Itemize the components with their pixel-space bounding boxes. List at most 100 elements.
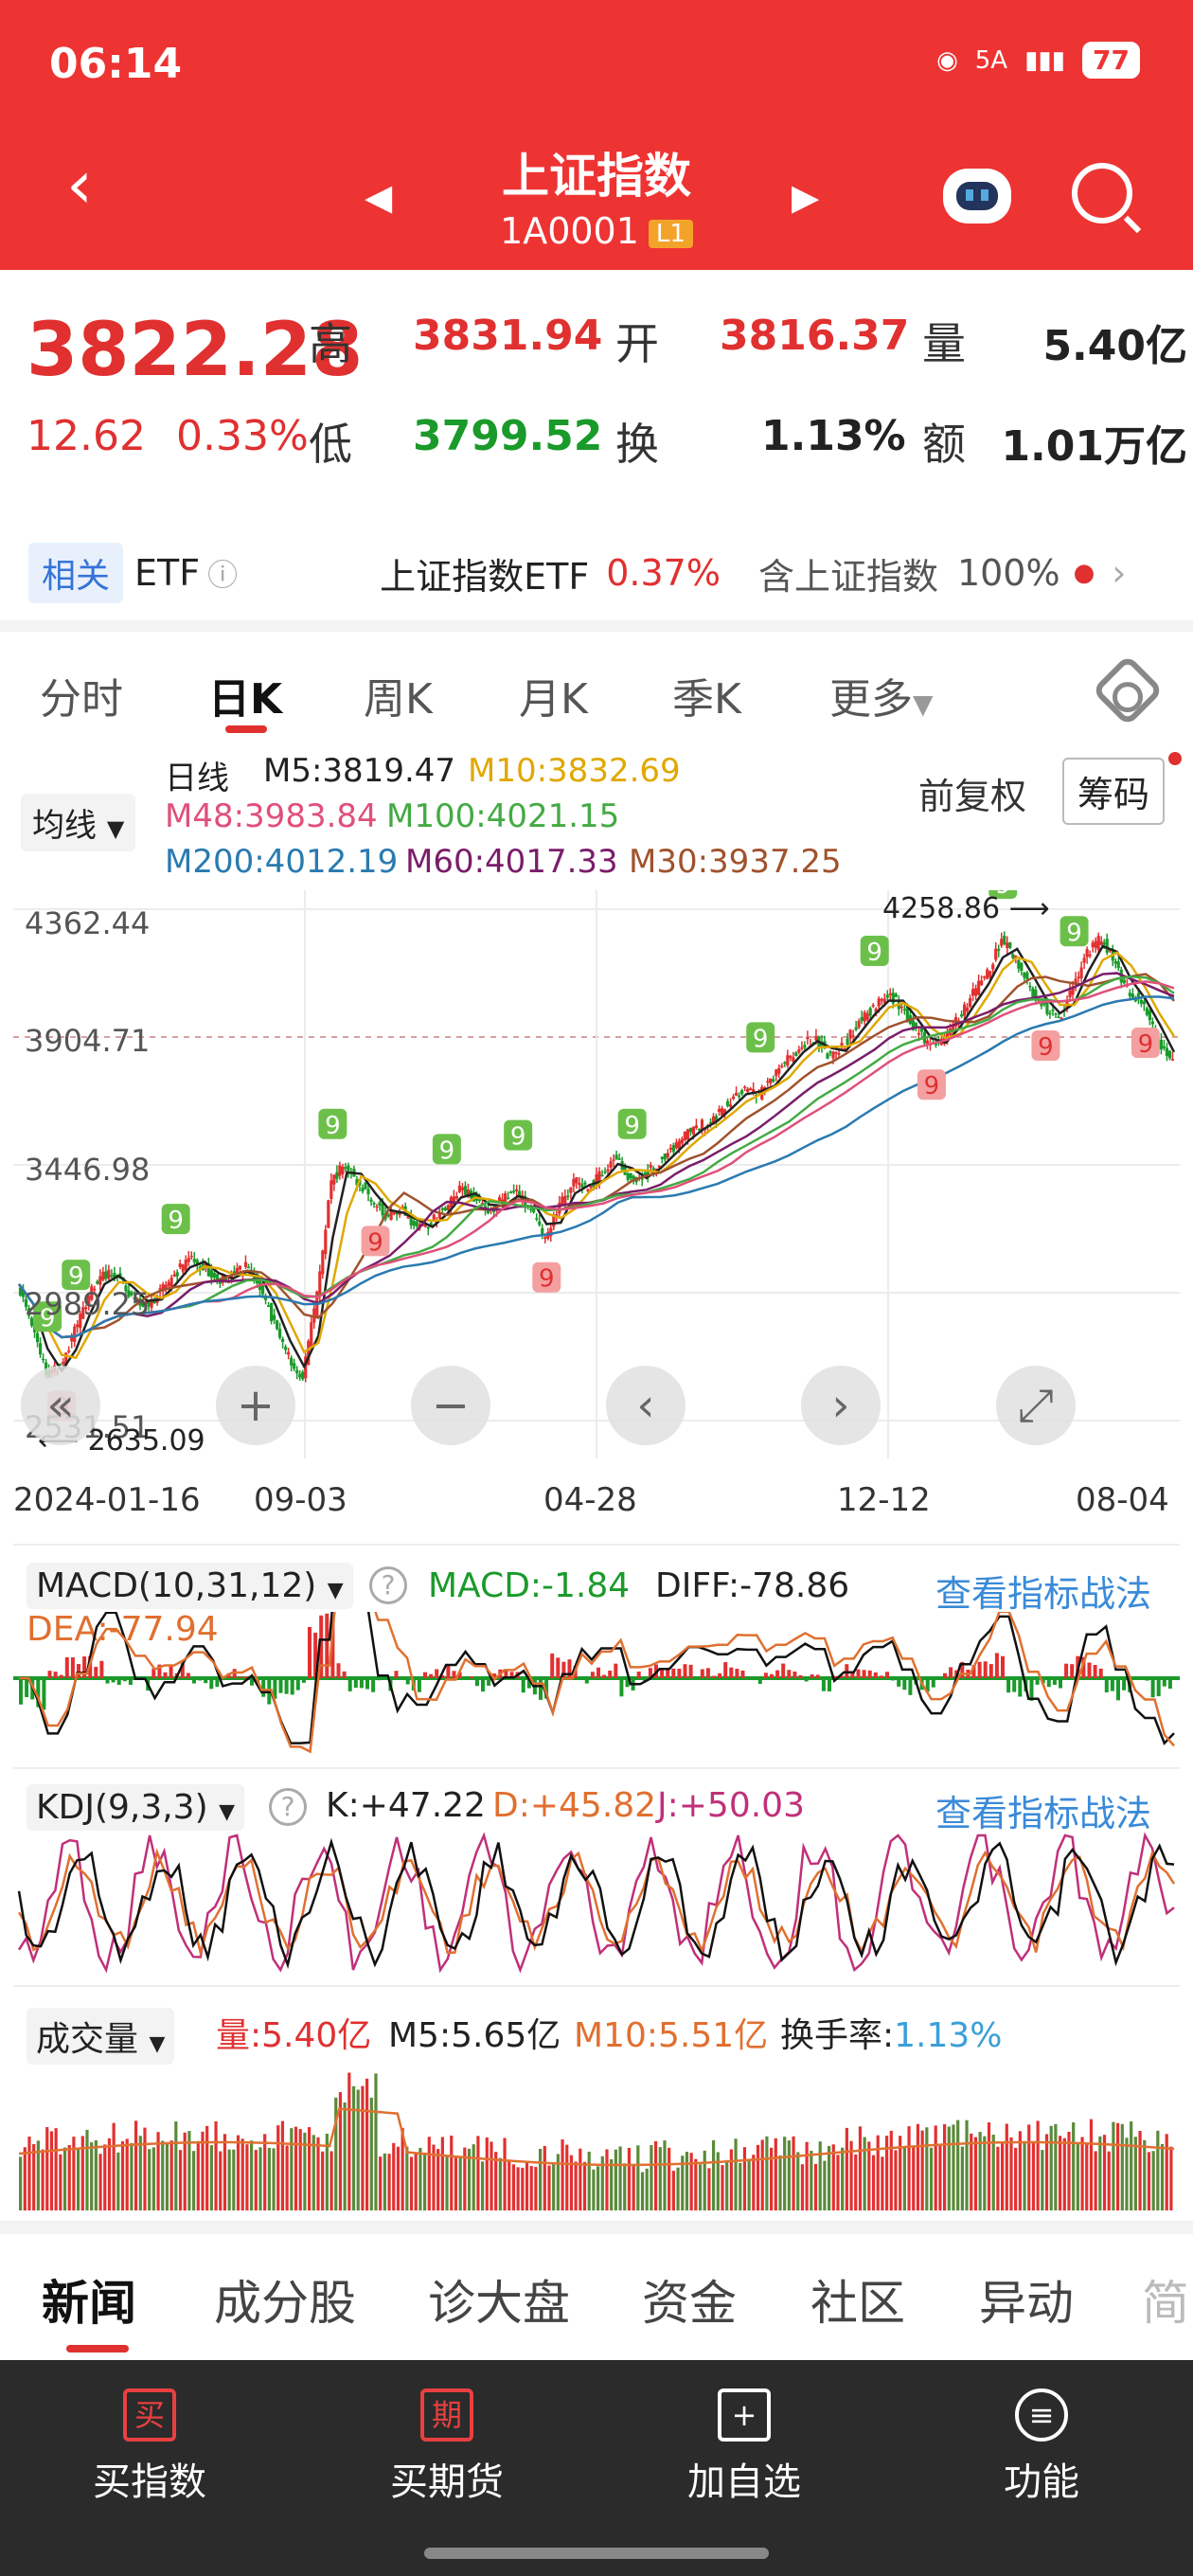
volume-bar [596,2166,600,2210]
add-watchlist-button[interactable]: + 加自选 [640,2388,848,2506]
turnover-label: 换 [615,419,659,470]
candle-body [919,1029,924,1032]
volume-selector-button[interactable]: 成交量 ▼ [27,2008,175,2065]
x-tick-5: 08-04 [1076,1481,1169,1519]
tab-brief[interactable]: 简 [1142,2265,1189,2334]
candle-body [780,1065,784,1067]
volume-bar [565,2144,569,2210]
candle-body [863,1011,866,1022]
volume-bar [254,2150,258,2210]
macd-bar [261,1678,266,1697]
volume-bar [747,2160,751,2210]
candle-body [891,993,895,1004]
etf-label: ETF [134,552,201,594]
scroll-left-icon[interactable]: ‹ [606,1366,686,1445]
help-icon[interactable]: ? [369,1566,407,1604]
tab-monthly-k[interactable]: 月K [519,665,588,725]
macd-bar [781,1663,786,1678]
dropdown-icon: ▼ [327,1579,344,1602]
macd-bar [602,1674,607,1678]
amount-label: 额 [922,419,966,470]
volume-bar [894,2150,898,2210]
ma-m100: M100:4021.15 [386,797,620,835]
kdj-selector-button[interactable]: KDJ(9,3,3) ▼ [27,1784,245,1831]
kline-chart[interactable]: 99999999999999999 [13,890,1180,1458]
volume-bar [285,2145,289,2210]
dropdown-icon: ▼ [913,689,934,720]
chips-button[interactable]: 筹码 [1062,758,1166,825]
zoom-out-icon[interactable]: − [411,1366,490,1445]
volume-bar [1089,2119,1094,2210]
dropdown-icon: ▼ [219,1800,236,1824]
macd-selector-button[interactable]: MACD(10,31,12) ▼ [27,1563,353,1609]
volume-bar [636,2145,640,2210]
related-etf-bar[interactable]: 相关 ETF ⓘ 上证指数ETF 0.37% 含上证指数 100% ● › [0,530,1193,616]
candle-body [1170,1059,1175,1061]
tab-constituents[interactable]: 成分股 [214,2265,356,2334]
volume-bar [1005,2123,1008,2210]
fullscreen-icon[interactable]: ⤢ [996,1366,1076,1445]
candle-body [769,1078,773,1083]
tab-funds[interactable]: 资金 [642,2265,737,2334]
candle-body [1102,942,1106,945]
volume-bar [308,2127,312,2210]
candle-body [914,1022,917,1027]
tab-alerts[interactable]: 异动 [979,2265,1074,2334]
macd-bar [1104,1678,1109,1692]
volume-bar [698,2164,703,2210]
tab-market-diagnosis[interactable]: 诊大盘 [428,2265,570,2334]
search-icon[interactable] [1072,163,1132,224]
buy-index-button[interactable]: 买 买指数 [45,2388,254,2506]
candle-body [600,1174,604,1177]
tab-daily-k[interactable]: 日K [208,665,282,725]
volume-bar [112,2122,116,2210]
candle-body [552,1216,556,1227]
candle-body [575,1177,579,1184]
tab-news[interactable]: 新闻 [42,2265,136,2334]
volume-bar [952,2124,955,2210]
candle-body [509,1191,513,1193]
volume-bar [347,2072,351,2210]
zoom-in-icon[interactable]: + [216,1366,295,1445]
tab-community[interactable]: 社区 [810,2265,905,2334]
kdj-strategy-link[interactable]: 查看指标战法 [935,1784,1151,1836]
volume-bar [219,2151,223,2210]
assistant-robot-icon[interactable] [943,169,1011,224]
volume-bar [19,2156,23,2210]
candle-body [73,1326,77,1342]
ma-selector-button[interactable]: 均线 ▼ [21,794,136,851]
candle-body [375,1206,379,1208]
adjust-mode-label[interactable]: 前复权 [918,767,1026,819]
candle-body [1094,940,1097,948]
macd-bar [949,1667,953,1678]
volume-bar [77,2149,80,2210]
macd-strategy-link[interactable]: 查看指标战法 [935,1565,1151,1617]
signal-icon: ▮▮▮ [1024,45,1066,75]
candle-body [532,1208,536,1213]
volume-bar [54,2128,58,2210]
scroll-first-icon[interactable]: « [21,1366,100,1445]
macd-bar [804,1678,809,1682]
buy-futures-button[interactable]: 期 买期货 [343,2388,551,2506]
tab-active-indicator [225,725,267,733]
volume-bar [1041,2150,1044,2210]
macd-bar [671,1668,676,1678]
tab-intraday[interactable]: 分时 [40,665,123,725]
kdj-panel: KDJ(9,3,3) ▼ ? K:+47.22 D:+45.82 J:+50.0… [13,1767,1180,1985]
info-icon[interactable]: ⓘ [207,551,238,595]
help-icon[interactable]: ? [269,1788,307,1826]
tab-weekly-k[interactable]: 周K [364,665,433,725]
chevron-right-icon[interactable]: › [1112,552,1126,594]
candle-body [848,1029,852,1039]
candle-body [614,1154,618,1160]
functions-button[interactable]: ≡ 功能 [937,2388,1146,2506]
menu-icon: ≡ [1015,2388,1068,2442]
macd-bar [116,1678,121,1686]
candle-body [1128,993,1131,996]
volume-bar [1143,2139,1147,2210]
scroll-right-icon[interactable]: › [801,1366,881,1445]
volume-bar [547,2165,551,2210]
tab-quarterly-k[interactable]: 季K [672,665,741,725]
tab-more[interactable]: 更多▼ [829,665,934,725]
tab-active-indicator [66,2345,129,2352]
